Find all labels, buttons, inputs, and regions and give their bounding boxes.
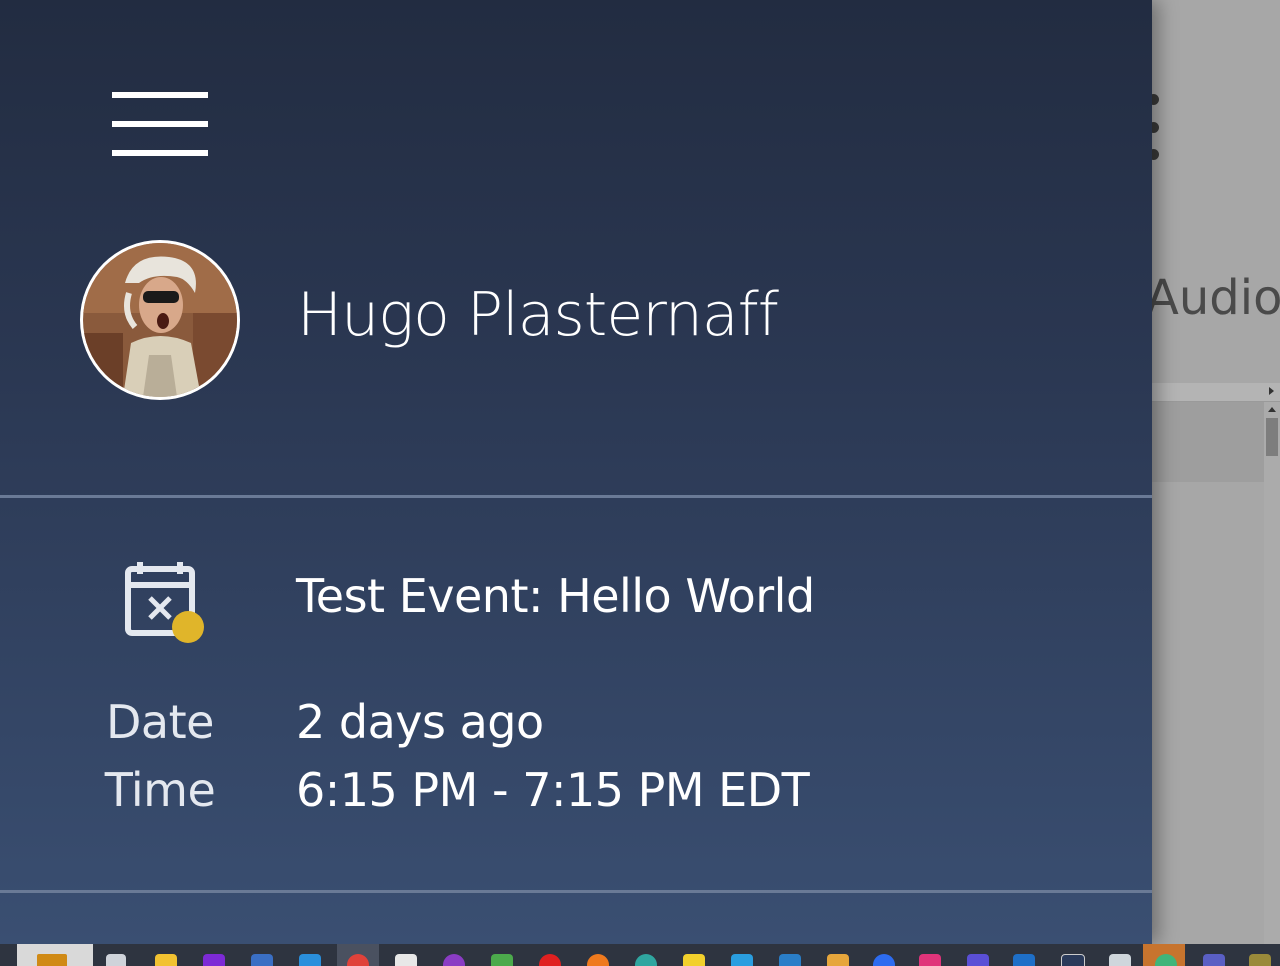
time-label: Time xyxy=(104,763,216,817)
section-divider xyxy=(0,890,1152,893)
store-icon[interactable] xyxy=(731,954,753,966)
avatar-photo xyxy=(83,243,237,397)
visual-studio-icon[interactable] xyxy=(203,954,225,966)
event-title: Test Event: Hello World xyxy=(296,569,815,623)
firefox-icon[interactable] xyxy=(587,954,609,966)
hamburger-menu-icon[interactable] xyxy=(104,84,216,164)
status-dot xyxy=(172,611,204,643)
audio-tab-label: Audio xyxy=(1146,270,1280,326)
outlook-icon[interactable] xyxy=(1013,954,1035,966)
file-explorer-icon[interactable] xyxy=(155,954,177,966)
calendar-cancel-icon xyxy=(125,562,204,643)
pen-icon[interactable] xyxy=(1109,954,1131,966)
sticky-notes-icon[interactable] xyxy=(683,954,705,966)
date-value: 2 days ago xyxy=(296,695,544,749)
horizontal-scrollbar[interactable] xyxy=(1152,383,1280,402)
vertical-scrollbar[interactable] xyxy=(1264,402,1280,944)
generic-app-icon[interactable] xyxy=(1249,954,1271,966)
zoom-icon[interactable] xyxy=(873,954,895,966)
powershell-icon[interactable] xyxy=(251,954,273,966)
vscode-icon[interactable] xyxy=(299,954,321,966)
time-value: 6:15 PM - 7:15 PM EDT xyxy=(296,763,810,817)
section-divider xyxy=(0,495,1152,498)
task-view-icon[interactable] xyxy=(106,954,126,966)
terminal-icon[interactable] xyxy=(1061,954,1085,966)
paint-icon[interactable] xyxy=(827,954,849,966)
scrollbar-thumb[interactable] xyxy=(1266,418,1278,456)
edge-icon[interactable] xyxy=(635,954,657,966)
user-avatar[interactable] xyxy=(80,240,240,400)
instagram-icon[interactable] xyxy=(919,954,941,966)
date-label: Date xyxy=(106,695,214,749)
mastodon-icon[interactable] xyxy=(967,954,989,966)
teams-icon[interactable] xyxy=(1203,954,1225,966)
youtube-music-icon[interactable] xyxy=(539,954,561,966)
teams-audio-icon[interactable] xyxy=(779,954,801,966)
taskbar-pinned-app[interactable] xyxy=(17,944,93,966)
navigation-drawer: Hugo Plasternaff Test Event: Hello World… xyxy=(0,0,1152,944)
notepad-icon[interactable] xyxy=(395,954,417,966)
android-icon[interactable] xyxy=(491,954,513,966)
briefcase-icon xyxy=(37,954,67,966)
github-desktop-icon[interactable] xyxy=(443,954,465,966)
background-panel xyxy=(1152,402,1264,482)
taskbar xyxy=(0,944,1280,966)
scroll-up-icon[interactable] xyxy=(1268,407,1276,412)
user-name: Hugo Plasternaff xyxy=(297,280,779,350)
scroll-right-icon[interactable] xyxy=(1269,387,1274,395)
